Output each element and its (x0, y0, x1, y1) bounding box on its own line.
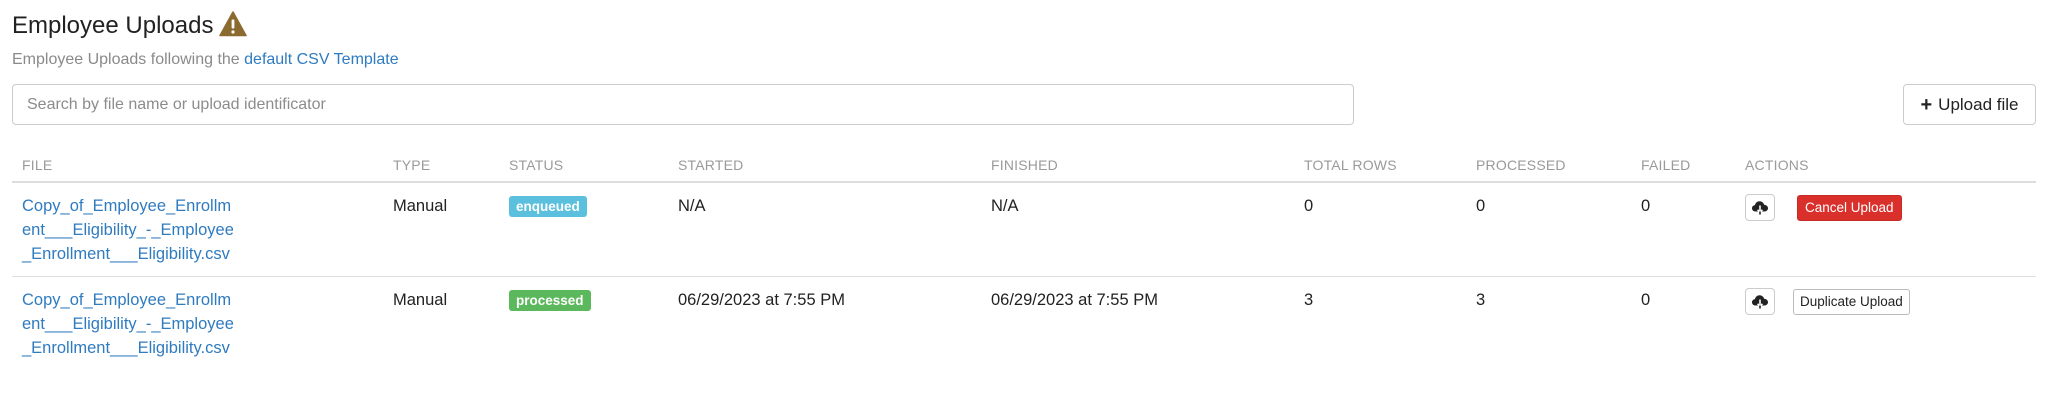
type-cell: Manual (383, 276, 499, 370)
column-header-status: STATUS (499, 150, 668, 183)
status-cell: processed (499, 276, 668, 370)
warning-triangle-icon[interactable] (219, 11, 248, 37)
processed-cell: 3 (1466, 276, 1631, 370)
column-header-type: TYPE (383, 150, 499, 183)
file-cell: Copy_of_Employee_Enrollment___Eligibilit… (12, 276, 383, 370)
failed-cell: 0 (1631, 276, 1735, 370)
file-link[interactable]: Copy_of_Employee_Enrollment___Eligibilit… (22, 288, 237, 360)
column-header-finished: FINISHED (981, 150, 1294, 183)
column-header-file: FILE (12, 150, 383, 183)
cancel-upload-button[interactable]: Cancel Upload (1797, 194, 1902, 221)
search-input[interactable] (12, 84, 1354, 125)
column-header-processed: PROCESSED (1466, 150, 1631, 183)
table-row: Copy_of_Employee_Enrollment___Eligibilit… (12, 276, 2036, 370)
started-cell: N/A (678, 197, 706, 215)
download-button[interactable] (1745, 194, 1775, 221)
page-header: Employee Uploads (12, 8, 248, 44)
page-subtitle: Employee Uploads following the default C… (12, 49, 399, 71)
column-header-actions: ACTIONS (1735, 150, 2036, 183)
column-header-failed: FAILED (1631, 150, 1735, 183)
type-cell: Manual (393, 197, 448, 215)
subtitle-text: Employee Uploads following the (12, 51, 240, 68)
status-badge: enqueued (509, 196, 587, 217)
total-rows-cell: 0 (1304, 197, 1314, 215)
cloud-download-icon (1752, 201, 1768, 215)
table-row: Copy_of_Employee_Enrollment___Eligibilit… (12, 182, 2036, 277)
status-badge: processed (509, 290, 591, 311)
column-header-total-rows: TOTAL ROWS (1294, 150, 1466, 183)
cloud-download-icon (1752, 295, 1768, 309)
actions-cell: Duplicate Upload (1735, 276, 2036, 370)
file-cell: Copy_of_Employee_Enrollment___Eligibilit… (12, 182, 383, 277)
download-button[interactable] (1745, 288, 1775, 315)
finished-cell: 06/29/2023 at 7:55 PM (981, 276, 1294, 370)
uploads-table: FILE TYPE STATUS STARTED FINISHED TOTAL … (12, 150, 2036, 370)
page-title: Employee Uploads (12, 12, 214, 39)
row-actions: Duplicate Upload (1745, 288, 2026, 315)
failed-cell: 0 (1641, 197, 1651, 215)
row-actions: Cancel Upload (1745, 194, 2026, 221)
upload-file-label: Upload file (1938, 94, 2019, 114)
status-cell: enqueued (499, 182, 668, 277)
processed-cell: 0 (1476, 197, 1486, 215)
duplicate-upload-button[interactable]: Duplicate Upload (1793, 288, 1910, 315)
upload-file-button[interactable]: + Upload file (1903, 84, 2036, 125)
finished-cell: N/A (991, 197, 1019, 215)
started-cell: 06/29/2023 at 7:55 PM (668, 276, 981, 370)
actions-cell: Cancel Upload (1735, 182, 2036, 277)
plus-icon: + (1920, 93, 1933, 116)
column-header-started: STARTED (668, 150, 981, 183)
table-header-row: FILE TYPE STATUS STARTED FINISHED TOTAL … (12, 150, 2036, 183)
total-rows-cell: 3 (1294, 276, 1466, 370)
default-csv-template-link[interactable]: default CSV Template (244, 51, 398, 68)
file-link[interactable]: Copy_of_Employee_Enrollment___Eligibilit… (22, 194, 237, 266)
